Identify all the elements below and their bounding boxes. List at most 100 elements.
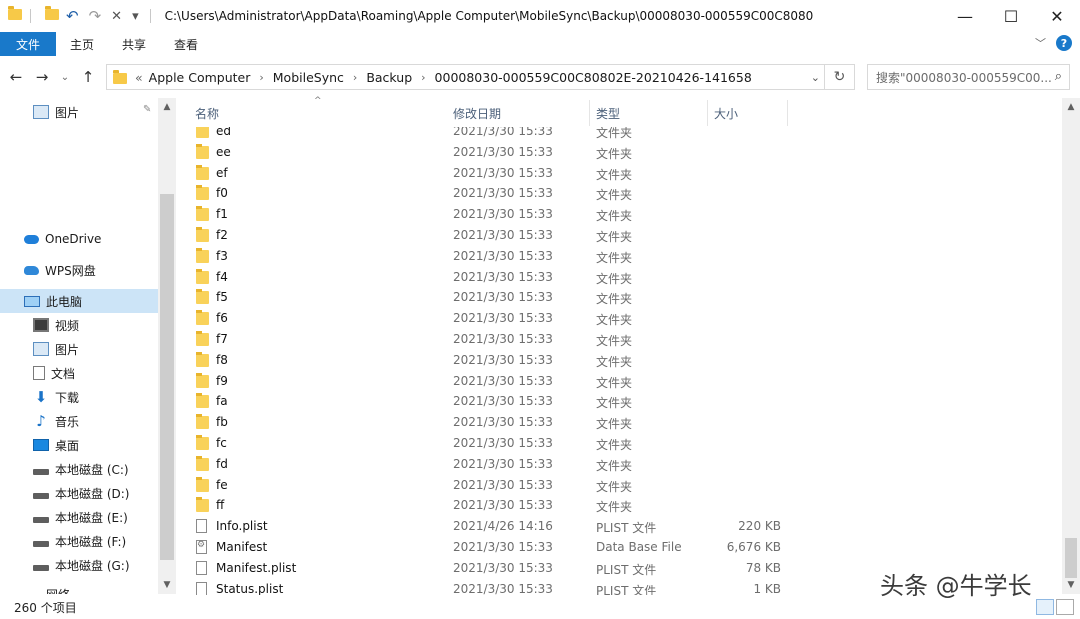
nav-item-label: WPS网盘 bbox=[45, 263, 96, 278]
minimize-button[interactable]: — bbox=[942, 0, 988, 32]
delete-icon[interactable]: ✕ bbox=[111, 9, 122, 24]
file-row[interactable]: ef 2021/3/30 15:33 文件夹 bbox=[189, 163, 1059, 183]
nav-item-drive-d[interactable]: 本地磁盘 (D:) bbox=[33, 481, 176, 505]
column-header-type[interactable]: 类型 bbox=[590, 100, 708, 126]
nav-item-pictures-pinned[interactable]: 图片 bbox=[33, 100, 176, 124]
file-row[interactable]: f7 2021/3/30 15:33 文件夹 bbox=[189, 329, 1059, 349]
file-row[interactable]: fe 2021/3/30 15:33 文件夹 bbox=[189, 475, 1059, 495]
nav-item-music[interactable]: ♪ 音乐 bbox=[33, 409, 176, 433]
details-view-icon[interactable] bbox=[1036, 599, 1054, 615]
nav-item-this-pc[interactable]: 此电脑 bbox=[0, 289, 158, 313]
chevron-right-icon[interactable]: › bbox=[259, 71, 263, 84]
properties-icon[interactable] bbox=[45, 6, 61, 24]
folder-icon bbox=[196, 289, 209, 305]
file-row[interactable]: f5 2021/3/30 15:33 文件夹 bbox=[189, 287, 1059, 307]
nav-item-videos[interactable]: 视频 bbox=[33, 313, 176, 337]
column-header-size[interactable]: 大小 bbox=[708, 100, 788, 126]
file-row[interactable]: f8 2021/3/30 15:33 文件夹 bbox=[189, 350, 1059, 370]
forward-button[interactable]: → bbox=[32, 68, 52, 86]
chevron-right-icon[interactable]: › bbox=[421, 71, 425, 84]
file-type: PLIST 文件 bbox=[596, 562, 657, 577]
nav-item-label: 下载 bbox=[55, 390, 80, 405]
breadcrumb-current-folder[interactable]: 00008030-000559C00C80802E-20210426-14165… bbox=[435, 70, 752, 85]
tab-view[interactable]: 查看 bbox=[160, 36, 212, 53]
nav-item-drive-f[interactable]: 本地磁盘 (F:) bbox=[33, 529, 176, 553]
file-row[interactable]: f3 2021/3/30 15:33 文件夹 bbox=[189, 246, 1059, 266]
breadcrumb-backup[interactable]: Backup bbox=[366, 70, 412, 85]
file-row[interactable]: Manifest 2021/3/30 15:33 Data Base File 6,6… bbox=[189, 537, 1059, 557]
nav-pane-scrollbar[interactable]: ▲ ▼ bbox=[158, 98, 176, 594]
folder-icon bbox=[196, 185, 209, 201]
file-row[interactable]: ed 2021/3/30 15:33 文件夹 bbox=[189, 127, 1059, 141]
close-button[interactable]: ✕ bbox=[1034, 0, 1080, 32]
scroll-down-icon[interactable]: ▼ bbox=[158, 580, 176, 590]
folder-icon bbox=[196, 497, 209, 513]
back-button[interactable]: ← bbox=[6, 68, 26, 86]
file-name: fd bbox=[216, 456, 228, 471]
file-row[interactable]: ee 2021/3/30 15:33 文件夹 bbox=[189, 142, 1059, 162]
search-icon[interactable]: ⌕ bbox=[1055, 69, 1062, 84]
column-header-date[interactable]: 修改日期 bbox=[447, 100, 590, 126]
nav-item-label: 图片 bbox=[55, 342, 80, 357]
navigation-pane: 图片 ✎ OneDrive WPS网盘 此电脑 视频 图片 文档 ⬇ 下载 ♪ … bbox=[0, 98, 176, 594]
file-row[interactable]: f1 2021/3/30 15:33 文件夹 bbox=[189, 204, 1059, 224]
file-date: 2021/3/30 15:33 bbox=[453, 207, 553, 222]
maximize-button[interactable]: ☐ bbox=[988, 0, 1034, 32]
scroll-up-icon[interactable]: ▲ bbox=[158, 102, 176, 112]
breadcrumb-overflow[interactable]: « bbox=[135, 70, 143, 85]
file-type: 文件夹 bbox=[596, 313, 633, 328]
nav-item-onedrive[interactable]: OneDrive bbox=[24, 227, 176, 251]
undo-icon[interactable]: ↶ bbox=[66, 7, 79, 25]
scroll-down-icon[interactable]: ▼ bbox=[1062, 580, 1080, 590]
file-row[interactable]: f2 2021/3/30 15:33 文件夹 bbox=[189, 225, 1059, 245]
scroll-up-icon[interactable]: ▲ bbox=[1062, 102, 1080, 112]
breadcrumb-mobilesync[interactable]: MobileSync bbox=[273, 70, 344, 85]
nav-item-drive-g[interactable]: 本地磁盘 (G:) bbox=[33, 553, 176, 577]
file-row[interactable]: f9 2021/3/30 15:33 文件夹 bbox=[189, 371, 1059, 391]
nav-item-drive-e[interactable]: 本地磁盘 (E:) bbox=[33, 505, 176, 529]
file-row[interactable]: fa 2021/3/30 15:33 文件夹 bbox=[189, 391, 1059, 411]
nav-item-drive-c[interactable]: 本地磁盘 (C:) bbox=[33, 457, 176, 481]
file-row[interactable]: fb 2021/3/30 15:33 文件夹 bbox=[189, 412, 1059, 432]
tab-file[interactable]: 文件 bbox=[0, 32, 56, 56]
nav-item-desktop[interactable]: 桌面 bbox=[33, 433, 176, 457]
breadcrumb-apple-computer[interactable]: Apple Computer bbox=[149, 70, 251, 85]
help-icon[interactable]: ? bbox=[1056, 35, 1072, 51]
address-bar[interactable]: « Apple Computer › MobileSync › Backup ›… bbox=[106, 64, 855, 90]
nav-item-pictures[interactable]: 图片 bbox=[33, 337, 176, 361]
nav-item-label: 桌面 bbox=[55, 438, 80, 453]
watermark: 头条 @牛学长 bbox=[880, 572, 1032, 600]
nav-item-network[interactable]: 网络 bbox=[24, 582, 176, 595]
refresh-button[interactable]: ↻ bbox=[824, 64, 854, 90]
file-row[interactable]: f4 2021/3/30 15:33 文件夹 bbox=[189, 267, 1059, 287]
address-dropdown-icon[interactable]: ⌄ bbox=[811, 71, 820, 84]
up-button[interactable]: ↑ bbox=[78, 68, 98, 86]
customize-quick-access-icon[interactable]: ▾ bbox=[132, 9, 139, 24]
tab-home[interactable]: 主页 bbox=[56, 36, 108, 53]
file-row[interactable]: ff 2021/3/30 15:33 文件夹 bbox=[189, 495, 1059, 515]
nav-item-documents[interactable]: 文档 bbox=[33, 361, 176, 385]
expand-ribbon-icon[interactable]: ﹀ bbox=[1035, 35, 1046, 51]
large-icons-view-icon[interactable] bbox=[1056, 599, 1074, 615]
tab-share[interactable]: 共享 bbox=[108, 36, 160, 53]
scrollbar-thumb[interactable] bbox=[1065, 538, 1077, 578]
file-row[interactable]: fc 2021/3/30 15:33 文件夹 bbox=[189, 433, 1059, 453]
redo-icon[interactable]: ↷ bbox=[89, 7, 102, 25]
file-type: 文件夹 bbox=[596, 375, 633, 390]
chevron-right-icon[interactable]: › bbox=[353, 71, 357, 84]
column-header-name[interactable]: 名称 bbox=[189, 100, 447, 126]
file-row[interactable]: Info.plist 2021/4/26 14:16 PLIST 文件 220 KB bbox=[189, 516, 1059, 536]
folder-icon bbox=[196, 164, 209, 180]
file-list-scrollbar[interactable]: ▲ ▼ bbox=[1062, 98, 1080, 594]
scrollbar-thumb[interactable] bbox=[160, 194, 174, 560]
nav-item-downloads[interactable]: ⬇ 下载 bbox=[33, 385, 176, 409]
database-file-icon bbox=[196, 540, 207, 554]
pin-icon[interactable]: ✎ bbox=[143, 104, 151, 115]
recent-locations-button[interactable]: ⌄ bbox=[58, 72, 72, 83]
file-row[interactable]: f0 2021/3/30 15:33 文件夹 bbox=[189, 183, 1059, 203]
nav-item-wps-cloud[interactable]: WPS网盘 bbox=[24, 258, 176, 282]
file-type: 文件夹 bbox=[596, 209, 633, 224]
search-input[interactable]: 搜索"00008030-000559C00... ⌕ bbox=[867, 64, 1070, 90]
file-row[interactable]: f6 2021/3/30 15:33 文件夹 bbox=[189, 308, 1059, 328]
file-row[interactable]: fd 2021/3/30 15:33 文件夹 bbox=[189, 454, 1059, 474]
